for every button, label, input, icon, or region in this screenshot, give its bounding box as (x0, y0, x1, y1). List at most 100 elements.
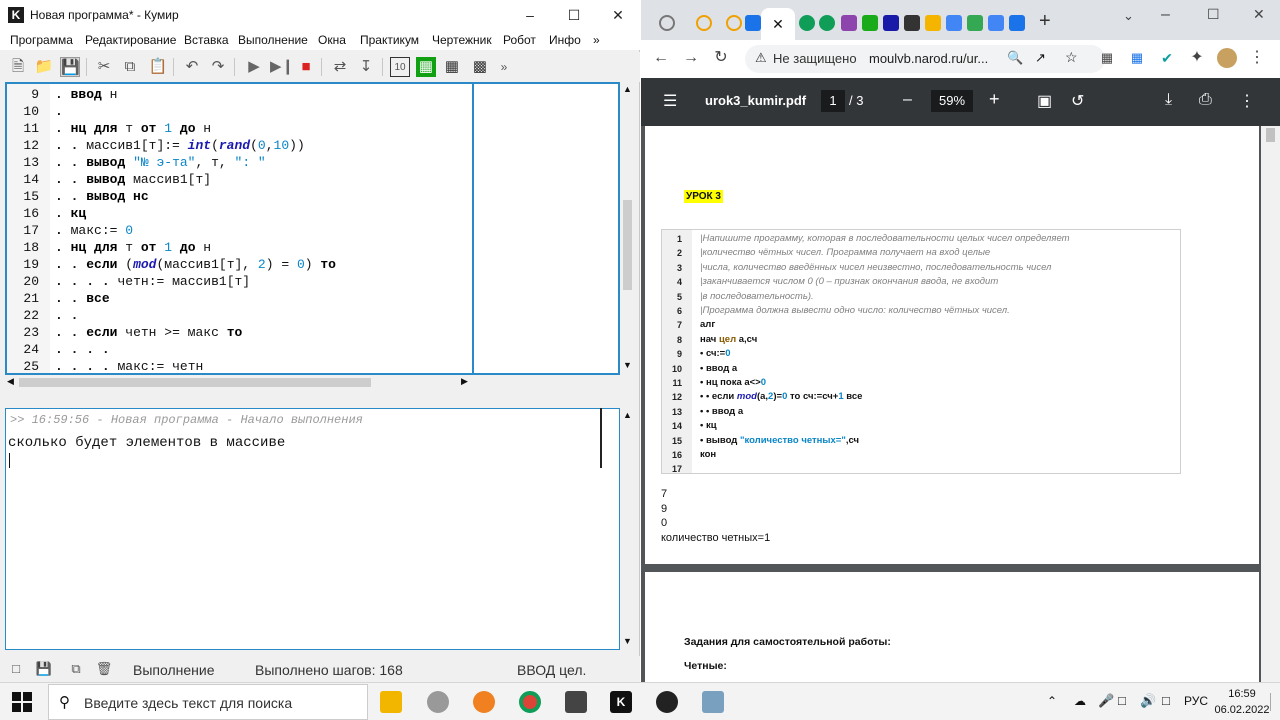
circle-tab-icon[interactable] (696, 15, 712, 31)
close-icon[interactable]: ✕ (1253, 6, 1265, 23)
robot-field-icon[interactable]: ▦ (416, 57, 436, 77)
menu-drawer[interactable]: Чертежник (432, 33, 492, 47)
minimize-icon[interactable]: – (1161, 6, 1170, 24)
tab-icon[interactable] (819, 15, 835, 31)
rotate-icon[interactable]: ↺ (1071, 91, 1084, 111)
scroll-thumb[interactable] (19, 378, 371, 387)
save-icon[interactable]: 💾 (60, 57, 80, 77)
scroll-down-icon[interactable]: ▼ (623, 636, 632, 646)
redo-icon[interactable]: ↷ (208, 57, 228, 77)
menu-more[interactable]: » (593, 33, 600, 47)
tab-icon[interactable] (925, 15, 941, 31)
maximize-icon[interactable]: ☐ (1207, 6, 1220, 23)
step-run-icon[interactable]: ▶❙ (270, 57, 294, 77)
save-output-icon[interactable]: 💾 (34, 659, 54, 679)
close-icon[interactable]: ✕ (596, 0, 640, 30)
app-icon[interactable] (702, 691, 724, 713)
back-icon[interactable]: ← (651, 48, 671, 68)
obs-icon[interactable] (656, 691, 678, 713)
tab-icon[interactable] (946, 15, 962, 31)
stop-icon[interactable]: ■ (296, 57, 316, 77)
pdf-scrollbar[interactable] (1261, 126, 1280, 682)
menu-edit[interactable]: Редактирование (85, 33, 176, 47)
tab-icon[interactable] (967, 15, 983, 31)
copy-icon[interactable]: ⧉ (120, 57, 140, 77)
network-icon[interactable]: □ (1118, 693, 1126, 708)
minimize-icon[interactable]: – (508, 0, 552, 30)
security-label[interactable]: Не защищено (773, 51, 857, 66)
translate-icon[interactable]: ▦ (1127, 48, 1147, 68)
console-vertical-scrollbar[interactable]: ▲ ▼ (620, 408, 635, 650)
editor-horizontal-scrollbar[interactable]: ◀ ▶ (5, 375, 475, 390)
tab-search-icon[interactable]: ⌄ (1123, 8, 1134, 24)
menu-dots-icon[interactable]: ⋮ (1247, 48, 1267, 68)
show-desktop-button[interactable] (1270, 693, 1276, 711)
grid-icon[interactable]: ▦ (442, 57, 462, 77)
kumir-taskbar-icon[interactable]: K (610, 691, 632, 713)
settings-gear-icon[interactable] (427, 691, 449, 713)
check-icon[interactable]: ✔ (1157, 48, 1177, 68)
tray-chevron-icon[interactable]: ⌃ (1047, 694, 1057, 708)
chat-icon[interactable]: □ (1162, 693, 1170, 708)
maximize-icon[interactable]: ☐ (552, 0, 596, 30)
zoom-in-icon[interactable]: + (989, 89, 1000, 110)
active-tab-close-icon[interactable]: ✕ (761, 8, 795, 40)
paste-icon[interactable]: 📋 (148, 57, 168, 77)
scroll-thumb[interactable] (623, 200, 632, 290)
microphone-icon[interactable]: 🎤 (1098, 693, 1114, 709)
output-console[interactable]: >> 16:59:56 - Новая программа - Начало в… (5, 408, 620, 650)
code-editor[interactable]: 9 10 11 12 13 14 15 16 17 18 19 20 21 22… (5, 82, 620, 375)
volume-icon[interactable]: 🔊 (1140, 693, 1156, 709)
drawer-icon[interactable]: ▩ (470, 57, 490, 77)
console-icon[interactable]: □ (6, 659, 26, 679)
scroll-up-icon[interactable]: ▲ (623, 84, 632, 94)
tab-icon[interactable] (904, 15, 920, 31)
editor-divider[interactable] (472, 84, 474, 373)
pdf-viewer[interactable]: УРОК 3 1 2 3 4 5 6 7 8 9 10 11 12 13 14 15 16 17 |Напиши… (641, 126, 1280, 682)
new-tab-icon[interactable]: + (1039, 10, 1051, 33)
tab-icon[interactable] (883, 15, 899, 31)
language-indicator[interactable]: РУС (1184, 694, 1208, 708)
scroll-left-icon[interactable]: ◀ (7, 376, 14, 387)
scroll-right-icon[interactable]: ▶ (461, 376, 468, 387)
puzzle-icon[interactable]: ✦ (1187, 48, 1207, 68)
open-folder-icon[interactable]: 📁 (34, 57, 54, 77)
forward-icon[interactable]: → (681, 48, 701, 68)
download-icon[interactable]: ⤓ (1165, 91, 1172, 109)
file-explorer-icon[interactable] (380, 691, 402, 713)
clock[interactable]: 16:59 06.02.2022 (1212, 686, 1272, 718)
menu-program[interactable]: Программа (10, 33, 73, 47)
scroll-thumb[interactable] (1266, 128, 1275, 142)
tab-icon[interactable] (862, 15, 878, 31)
editor-vertical-scrollbar[interactable]: ▲ ▼ (620, 82, 635, 375)
zoom-icon[interactable]: 🔍 (1007, 50, 1023, 66)
blender-icon[interactable] (473, 691, 495, 713)
scroll-up-icon[interactable]: ▲ (623, 410, 632, 420)
fit-page-icon[interactable]: ▣ (1037, 91, 1052, 111)
tab-icon[interactable] (1009, 15, 1025, 31)
step-into-icon[interactable]: ↧ (356, 57, 376, 77)
hamburger-icon[interactable]: ☰ (663, 91, 677, 111)
extension-icon[interactable]: ▦ (1097, 48, 1117, 68)
share-icon[interactable]: ↗ (1035, 50, 1046, 66)
windows-start-icon[interactable] (12, 692, 32, 712)
bookmark-star-icon[interactable]: ☆ (1065, 49, 1078, 66)
chrome-icon[interactable] (519, 691, 541, 713)
page-number-input[interactable]: 1 (821, 90, 845, 112)
menu-info[interactable]: Инфо (549, 33, 581, 47)
cut-icon[interactable]: ✂ (94, 57, 114, 77)
tab-icon[interactable] (799, 15, 815, 31)
run-icon[interactable]: ▶ (244, 57, 264, 77)
copy-output-icon[interactable]: ⧉ (66, 659, 86, 679)
step-over-icon[interactable]: ⇄ (330, 57, 350, 77)
avatar[interactable] (1217, 48, 1237, 68)
circle-tab-icon[interactable] (726, 15, 742, 31)
typography-app-icon[interactable] (565, 691, 587, 713)
undo-icon[interactable]: ↶ (182, 57, 202, 77)
tab-icon[interactable] (988, 15, 1004, 31)
chat-tab-icon[interactable] (745, 15, 761, 31)
menu-robot[interactable]: Робот (503, 33, 536, 47)
new-file-icon[interactable]: 🗎 (8, 57, 28, 77)
address-bar[interactable]: ⚠ Не защищено moulvb.narod.ru/ur... 🔍 ↗ … (745, 45, 1105, 73)
scroll-down-icon[interactable]: ▼ (623, 360, 632, 370)
